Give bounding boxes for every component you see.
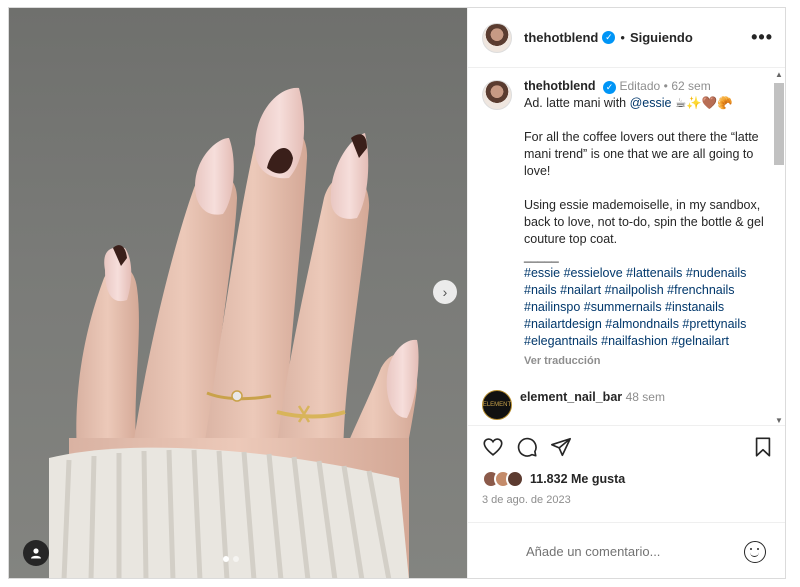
carousel-dot	[233, 556, 239, 562]
verified-badge-icon: ✓	[602, 31, 616, 44]
carousel-indicator	[223, 556, 239, 562]
tagged-users-button[interactable]	[23, 540, 49, 566]
caption-age[interactable]: 62 sem	[671, 79, 710, 93]
caption-paragraph: For all the coffee lovers out there the …	[524, 130, 759, 178]
post-details-panel: thehotblend ✓ • Siguiendo ••• thehotblen…	[467, 8, 785, 578]
author-username[interactable]: thehotblend	[524, 30, 598, 45]
separator-dot: •	[663, 79, 668, 93]
following-button[interactable]: Siguiendo	[630, 30, 693, 45]
edited-label: Editado	[619, 79, 661, 93]
post-actions: 11.832 Me gusta 3 de ago. de 2023	[468, 425, 785, 506]
caption-paragraph: Using essie mademoiselle, in my sandbox,…	[524, 198, 764, 246]
action-icons	[482, 436, 774, 458]
verified-badge-icon: ✓	[603, 81, 616, 94]
share-send-icon[interactable]	[550, 436, 572, 458]
caption: thehotblend ✓ Editado • 62 sem Ad. latte…	[468, 68, 785, 370]
add-comment-bar: Añade un comentario...	[468, 522, 785, 578]
post-photo: ›	[9, 8, 467, 578]
commenter-username[interactable]: element_nail_bar	[520, 390, 622, 404]
emoji-smiley-icon[interactable]	[744, 540, 766, 563]
post-header: thehotblend ✓ • Siguiendo •••	[468, 8, 785, 68]
likes-row: 11.832 Me gusta	[482, 470, 774, 488]
save-bookmark-icon[interactable]	[752, 436, 774, 458]
hashtags[interactable]: #essie #essielove #lattenails #nudenails…	[524, 265, 772, 350]
liker-avatars[interactable]	[482, 470, 524, 488]
caption-emojis: ☕✨🤎🥐	[674, 96, 733, 110]
comment-bubble-icon[interactable]	[516, 436, 538, 458]
post-dialog: › thehotblend ✓ • Siguiendo ••• thehotbl…	[8, 7, 786, 579]
mention-link[interactable]: @essie	[630, 96, 672, 110]
author-avatar[interactable]	[482, 22, 512, 53]
comment-age: 48 sem	[625, 390, 665, 404]
next-image-button[interactable]: ›	[433, 280, 457, 304]
comments-section[interactable]: thehotblend ✓ Editado • 62 sem Ad. latte…	[468, 68, 785, 423]
likes-count[interactable]: 11.832 Me gusta	[530, 472, 625, 486]
hand-with-nails-image	[49, 87, 419, 578]
comment-item: ELEMENT element_nail_bar 48 sem	[468, 370, 785, 420]
more-options-icon[interactable]: •••	[751, 27, 773, 48]
commenter-avatar-text: ELEMENT	[482, 402, 512, 408]
like-heart-icon[interactable]	[482, 436, 504, 458]
scroll-down-icon[interactable]: ▼	[773, 416, 785, 425]
comments-scrollbar[interactable]: ▲ ▼	[773, 70, 785, 425]
user-icon	[31, 548, 41, 559]
scroll-up-icon[interactable]: ▲	[773, 70, 785, 79]
scrollbar-thumb[interactable]	[774, 83, 784, 165]
liker-avatar	[506, 470, 524, 488]
post-date[interactable]: 3 de ago. de 2023	[482, 494, 774, 506]
caption-line1-text: Ad. latte mani with	[524, 96, 630, 110]
separator-dot: •	[620, 30, 625, 45]
see-translation-link[interactable]: Ver traducción	[524, 353, 772, 370]
caption-author-avatar[interactable]	[482, 80, 512, 110]
comment-input[interactable]: Añade un comentario...	[526, 544, 660, 559]
caption-body: thehotblend ✓ Editado • 62 sem Ad. latte…	[524, 78, 772, 370]
caption-divider: _____	[524, 249, 559, 263]
carousel-dot	[223, 556, 229, 562]
commenter-avatar[interactable]: ELEMENT	[482, 390, 512, 420]
chevron-right-icon: ›	[442, 284, 448, 300]
comment-header: element_nail_bar 48 sem	[520, 390, 665, 404]
caption-author-username[interactable]: thehotblend	[524, 79, 596, 93]
